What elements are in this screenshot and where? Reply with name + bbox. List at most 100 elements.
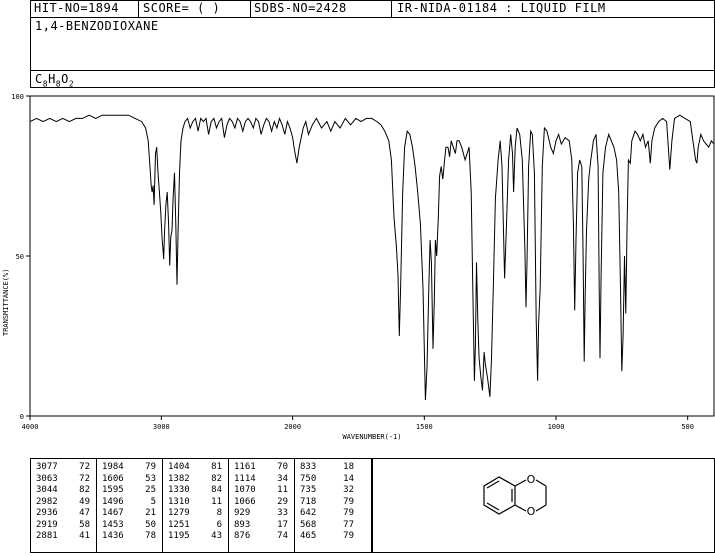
peak-wavenumber: 1161 [234,462,256,472]
hit-number: HIT-NO=1894 [34,1,119,15]
peak-table-row: 1496 5 [102,497,156,509]
peak-wavenumber: 735 [300,485,317,495]
peak-table-divider [96,458,97,553]
spectrum-source: IR-NIDA-01184 : LIQUID FILM [397,1,606,15]
peak-transmittance: 79 [145,462,156,472]
peak-table-row: 1114 34 [234,474,288,486]
peak-wavenumber: 1984 [102,462,124,472]
peak-wavenumber: 1496 [102,496,124,507]
molecular-formula: C8H8O2 [35,72,74,88]
x-axis: 4000 3000 2000 1500 1000 500 [22,416,694,431]
peak-transmittance: 25 [145,485,156,495]
peak-table-row: 1161 70 [234,462,288,474]
peak-table-row: 3063 72 [36,474,90,486]
peak-table-row: 876 74 [234,531,288,543]
peak-table-row: 718 79 [300,497,354,509]
plot-frame [29,95,715,417]
peak-transmittance: 11 [211,496,222,507]
peak-table-row: 1436 78 [102,531,156,543]
sdbs-number: SDBS-NO=2428 [254,1,347,15]
peak-table: 3077 72 3063 72 3044 82 2982 49 2936 47 2919 58 2881… [36,458,366,553]
peak-wavenumber: 642 [300,508,317,518]
peak-wavenumber: 750 [300,473,317,484]
peak-transmittance: 29 [277,496,288,507]
peak-transmittance: 79 [343,508,354,518]
peak-wavenumber: 718 [300,496,317,507]
peak-table-row: 642 79 [300,508,354,520]
peak-wavenumber: 1330 [168,485,190,495]
peak-wavenumber: 1595 [102,485,124,495]
y-tick-label: 0 [20,413,24,421]
peak-wavenumber: 3077 [36,462,58,472]
peak-wavenumber: 3063 [36,473,58,484]
peak-table-row: 1251 6 [168,520,222,532]
formula-box [30,70,715,88]
peak-transmittance: 53 [145,473,156,484]
peak-table-row: 3077 72 [36,462,90,474]
x-tick-label: 4000 [22,423,39,431]
peak-transmittance: 84 [211,485,222,495]
peak-wavenumber: 1251 [168,519,190,530]
peak-wavenumber: 1382 [168,473,190,484]
peak-table-divider [228,458,229,553]
x-tick-label: 1000 [548,423,565,431]
peak-wavenumber: 1195 [168,531,190,541]
peak-table-row: 1382 82 [168,474,222,486]
peak-wavenumber: 876 [234,531,251,541]
peak-table-row: 1595 25 [102,485,156,497]
peak-transmittance: 50 [145,519,156,530]
header-divider [138,0,139,18]
molecular-structure: O O [483,473,547,518]
spectrum-trace [29,114,715,401]
peak-table-row: 1984 79 [102,462,156,474]
peak-transmittance: 8 [216,508,222,518]
peak-table-row: 2936 47 [36,508,90,520]
peak-wavenumber: 2936 [36,508,58,518]
peak-table-row: 1195 43 [168,531,222,543]
x-tick-label: 3000 [153,423,170,431]
peak-wavenumber: 3044 [36,485,58,495]
header-bar [30,0,715,18]
peak-table-column: 1161 70 1114 34 1070 11 1066 29 929 33 893 17 876 74 [234,462,288,557]
peak-transmittance: 82 [79,485,90,495]
double-bond [486,502,500,511]
peak-wavenumber: 1070 [234,485,256,495]
x-tick-label: 2000 [284,423,301,431]
peak-table-column: 3077 72 3063 72 3044 82 2982 49 2936 47 2919 58 2881… [36,462,90,557]
peak-transmittance: 41 [79,531,90,541]
oxygen-atom-label: O [527,505,536,518]
compound-name: 1,4-BENZODIOXANE [35,19,159,33]
peak-table-row: 1606 53 [102,474,156,486]
peak-table-row: 1070 11 [234,485,288,497]
peak-transmittance: 58 [79,519,90,530]
formula-element: H [48,72,56,86]
peak-transmittance: 11 [277,485,288,495]
peak-wavenumber: 1310 [168,496,190,507]
bond [535,479,547,487]
peak-wavenumber: 1279 [168,508,190,518]
peak-table-column: 833 18 750 14 735 32 718 79 642 79 568 77 465 79 [300,462,354,557]
peak-table-row: 1404 81 [168,462,222,474]
peak-transmittance: 72 [79,462,90,472]
peak-wavenumber: 465 [300,531,317,541]
peak-wavenumber: 1467 [102,508,124,518]
bond [514,479,527,487]
peak-transmittance: 6 [216,519,222,530]
peak-table-row: 2982 49 [36,497,90,509]
peak-wavenumber: 568 [300,519,317,530]
peak-table-column: 1984 79 1606 53 1595 25 1496 5 1467 21 1453 50 1436 7… [102,462,156,557]
peak-transmittance: 5 [150,496,156,507]
peak-table-row: 568 77 [300,520,354,532]
peak-table-row: 1066 29 [234,497,288,509]
peak-transmittance: 18 [343,462,354,472]
header-divider [250,0,251,18]
formula-element: C [35,72,43,86]
header-divider [391,0,392,18]
bond [535,504,547,512]
peak-table-row: 1330 84 [168,485,222,497]
bond [514,504,527,512]
peak-table-row: 1453 50 [102,520,156,532]
peak-transmittance: 33 [277,508,288,518]
peak-table-divider [162,458,163,553]
ir-spectrum-chart: 0 50 100 4000 3000 2000 1500 1000 500 TRANSMITT… [2,93,715,441]
